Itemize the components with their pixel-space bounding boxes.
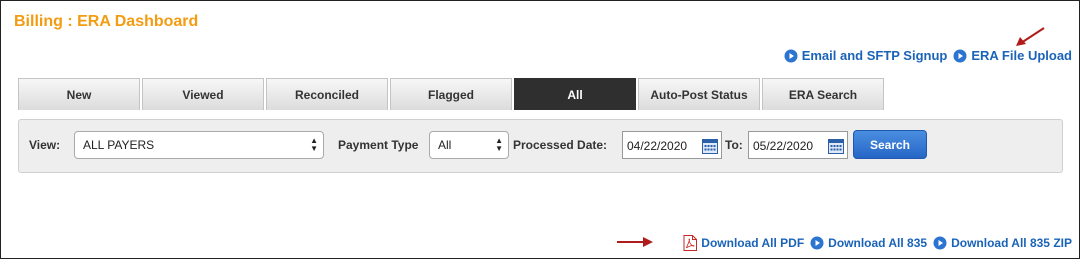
search-button[interactable]: Search: [853, 130, 927, 159]
tab-bar: New Viewed Reconciled Flagged All Auto-P…: [18, 78, 884, 110]
from-date-input[interactable]: 04/22/2020: [622, 131, 722, 159]
calendar-icon[interactable]: [828, 138, 844, 154]
download-all-pdf-link[interactable]: Download All PDF: [683, 235, 804, 251]
play-circle-icon: [810, 236, 824, 250]
processed-date-label: Processed Date:: [513, 138, 608, 152]
pdf-icon: [683, 235, 698, 251]
to-label: To:: [725, 138, 743, 152]
email-sftp-signup-label: Email and SFTP Signup: [801, 48, 948, 63]
payment-type-value: All: [438, 138, 452, 152]
tab-reconciled[interactable]: Reconciled: [266, 78, 388, 110]
view-select-value: ALL PAYERS: [83, 138, 155, 152]
page-frame: Billing : ERA Dashboard Email and SFTP S…: [0, 0, 1080, 259]
payment-type-label: Payment Type: [338, 138, 419, 152]
annotation-arrow-icon: [617, 237, 653, 247]
download-all-835-label: Download All 835: [828, 236, 928, 250]
play-circle-icon: [953, 49, 967, 62]
era-file-upload-label: ERA File Upload: [971, 48, 1072, 63]
to-date-input[interactable]: 05/22/2020: [748, 131, 848, 159]
tab-auto-post-status[interactable]: Auto-Post Status: [638, 78, 760, 110]
top-links: Email and SFTP Signup ERA File Upload: [784, 48, 1072, 63]
era-file-upload-link[interactable]: ERA File Upload: [953, 48, 1072, 63]
to-date-value: 05/22/2020: [753, 139, 814, 153]
play-circle-icon: [784, 49, 798, 62]
tab-viewed[interactable]: Viewed: [142, 78, 264, 110]
play-circle-icon: [933, 236, 947, 250]
download-all-835-zip-link[interactable]: Download All 835 ZIP: [933, 236, 1072, 250]
email-sftp-signup-link[interactable]: Email and SFTP Signup: [784, 48, 948, 63]
download-all-835-link[interactable]: Download All 835: [810, 236, 927, 250]
download-all-835-zip-label: Download All 835 ZIP: [951, 236, 1072, 250]
tab-era-search[interactable]: ERA Search: [762, 78, 884, 110]
tab-all[interactable]: All: [514, 78, 636, 110]
download-all-pdf-label: Download All PDF: [701, 236, 805, 250]
view-select[interactable]: ALL PAYERS ▲ ▼: [74, 131, 324, 159]
from-date-value: 04/22/2020: [627, 139, 688, 153]
bottom-links: Download All PDF Download All 835 Downlo…: [683, 235, 1072, 251]
calendar-icon[interactable]: [702, 138, 718, 154]
tab-new[interactable]: New: [18, 78, 140, 110]
select-arrows-icon: ▲ ▼: [495, 136, 503, 153]
view-label: View:: [29, 138, 61, 152]
filter-bar: View: ALL PAYERS ▲ ▼ Payment Type All ▲ ▼ …: [18, 119, 1063, 173]
tab-flagged[interactable]: Flagged: [390, 78, 512, 110]
annotation-arrow-icon: [1016, 27, 1045, 46]
select-arrows-icon: ▲ ▼: [310, 136, 318, 153]
payment-type-select[interactable]: All ▲ ▼: [429, 131, 509, 159]
page-title: Billing : ERA Dashboard: [14, 13, 199, 30]
